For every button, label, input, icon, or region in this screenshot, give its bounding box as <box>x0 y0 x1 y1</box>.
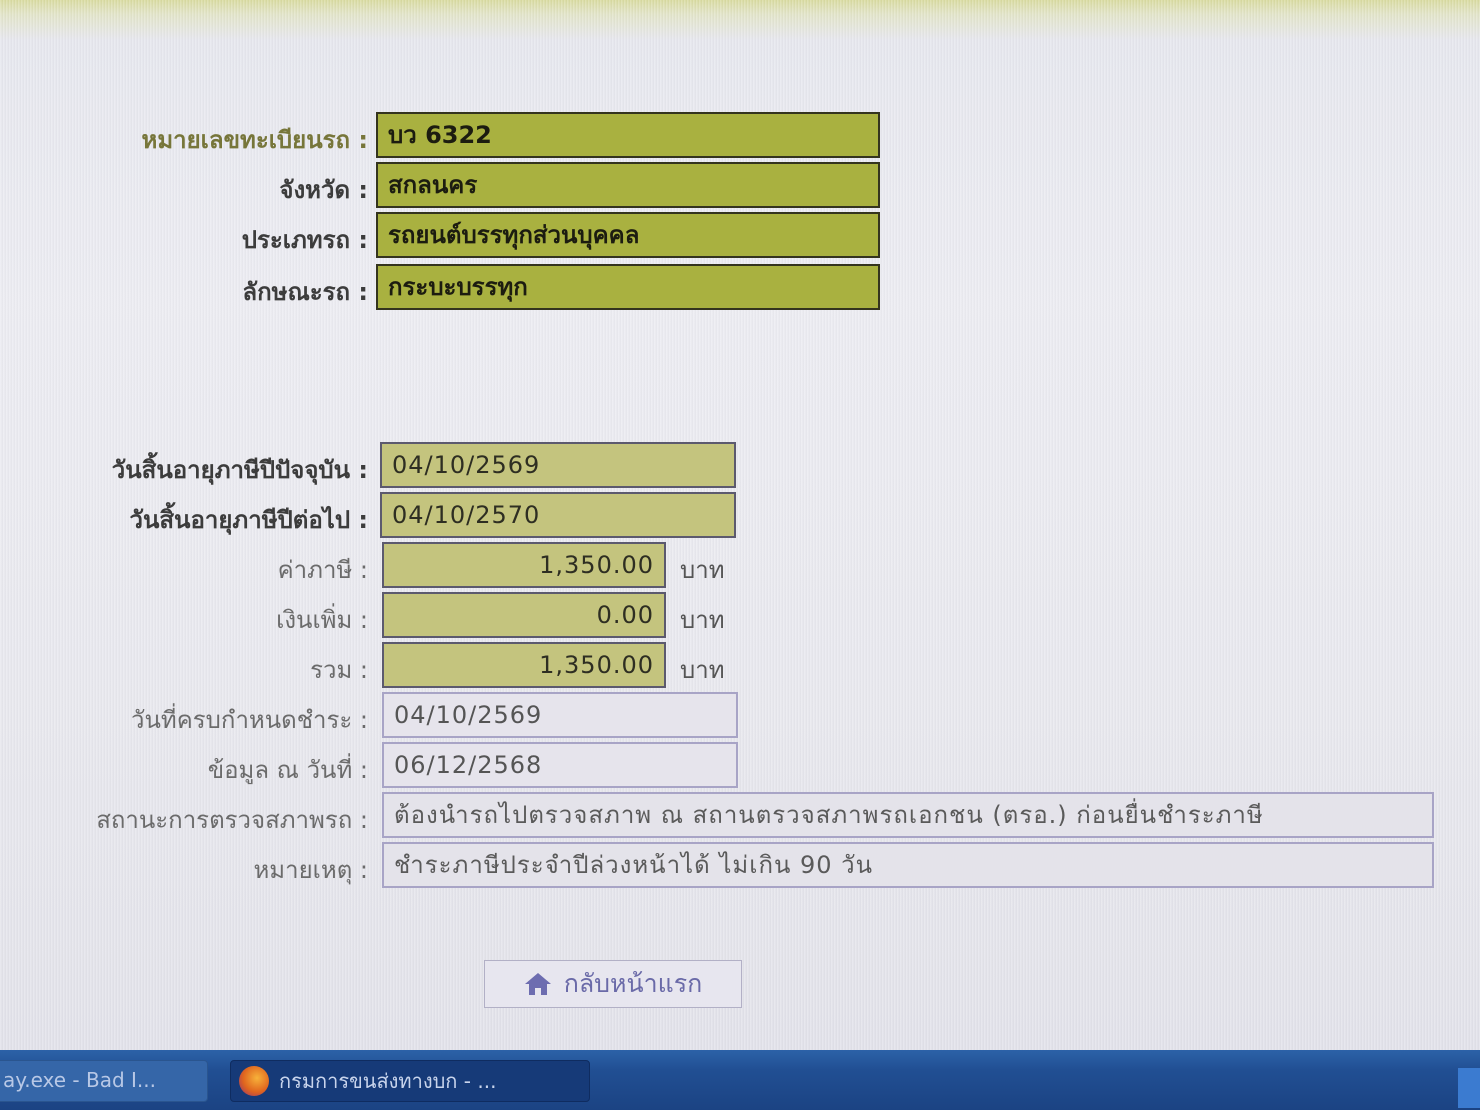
data-as-of-label: ข้อมูล ณ วันที่ : <box>207 756 368 784</box>
inspection-status-field: ต้องนำรถไปตรวจสภาพ ณ สถานตรวจสภาพรถเอกชน… <box>382 792 1434 838</box>
row-inspection-status: สถานะการตรวจสภาพรถ : ต้องนำรถไปตรวจสภาพ … <box>0 792 1480 840</box>
firefox-icon <box>239 1066 269 1096</box>
data-as-of-field: 06/12/2568 <box>382 742 738 788</box>
province-field: สกลนคร <box>376 162 880 208</box>
vehicle-type-label: ประเภทรถ : <box>241 226 368 254</box>
taskbar-item-inactive[interactable]: ay.exe - Bad I... <box>0 1060 208 1102</box>
system-tray[interactable] <box>1458 1068 1480 1108</box>
province-label: จังหวัด : <box>279 176 368 204</box>
row-next-expiry: วันสิ้นอายุภาษีปีต่อไป : 04/10/2570 <box>0 492 1480 540</box>
total-field: 1,350.00 <box>382 642 666 688</box>
plate-field: บว 6322 <box>376 112 880 158</box>
current-expiry-label: วันสิ้นอายุภาษีปีปัจจุบัน : <box>111 456 368 484</box>
vehicle-style-label: ลักษณะรถ : <box>242 278 368 306</box>
row-current-expiry: วันสิ้นอายุภาษีปีปัจจุบัน : 04/10/2569 <box>0 442 1480 490</box>
remark-field: ชำระภาษีประจำปีล่วงหน้าได้ ไม่เกิน 90 วั… <box>382 842 1434 888</box>
taskbar-item-browser[interactable]: กรมการขนส่งทางบก - ... <box>230 1060 590 1102</box>
surcharge-field: 0.00 <box>382 592 666 638</box>
surcharge-unit: บาท <box>680 606 725 634</box>
row-province: จังหวัด : สกลนคร <box>0 162 1480 210</box>
inspection-status-label: สถานะการตรวจสภาพรถ : <box>96 806 368 834</box>
due-date-field: 04/10/2569 <box>382 692 738 738</box>
next-expiry-field: 04/10/2570 <box>380 492 736 538</box>
row-tax-amount: ค่าภาษี : 1,350.00 บาท <box>0 542 1480 590</box>
vehicle-type-field: รถยนต์บรรทุกส่วนบุคคล <box>376 212 880 258</box>
row-surcharge: เงินเพิ่ม : 0.00 บาท <box>0 592 1480 640</box>
current-expiry-field: 04/10/2569 <box>380 442 736 488</box>
due-date-label: วันที่ครบกำหนดชำระ : <box>131 706 368 734</box>
row-total: รวม : 1,350.00 บาท <box>0 642 1480 690</box>
row-due-date: วันที่ครบกำหนดชำระ : 04/10/2569 <box>0 692 1480 740</box>
tax-amount-unit: บาท <box>680 556 725 584</box>
vehicle-style-field: กระบะบรรทุก <box>376 264 880 310</box>
row-vehicle-style: ลักษณะรถ : กระบะบรรทุก <box>0 264 1480 312</box>
tax-amount-field: 1,350.00 <box>382 542 666 588</box>
row-plate: หมายเลขทะเบียนรถ : บว 6322 <box>0 112 1480 160</box>
row-vehicle-type: ประเภทรถ : รถยนต์บรรทุกส่วนบุคคล <box>0 212 1480 260</box>
tax-amount-label: ค่าภาษี : <box>277 556 368 584</box>
taskbar: ay.exe - Bad I... กรมการขนส่งทางบก - ... <box>0 1050 1480 1110</box>
remark-label: หมายเหตุ : <box>253 856 368 884</box>
home-button-label: กลับหน้าแรก <box>563 969 703 998</box>
row-remark: หมายเหตุ : ชำระภาษีประจำปีล่วงหน้าได้ ไม… <box>0 842 1480 890</box>
total-label: รวม : <box>310 656 368 684</box>
taskbar-item-browser-label: กรมการขนส่งทางบก - ... <box>279 1069 497 1093</box>
total-unit: บาท <box>680 656 725 684</box>
home-button[interactable]: กลับหน้าแรก <box>484 960 742 1008</box>
surcharge-label: เงินเพิ่ม : <box>276 606 368 634</box>
plate-label: หมายเลขทะเบียนรถ : <box>141 126 369 154</box>
next-expiry-label: วันสิ้นอายุภาษีปีต่อไป : <box>129 506 369 534</box>
row-data-as-of: ข้อมูล ณ วันที่ : 06/12/2568 <box>0 742 1480 790</box>
home-icon <box>524 971 552 997</box>
